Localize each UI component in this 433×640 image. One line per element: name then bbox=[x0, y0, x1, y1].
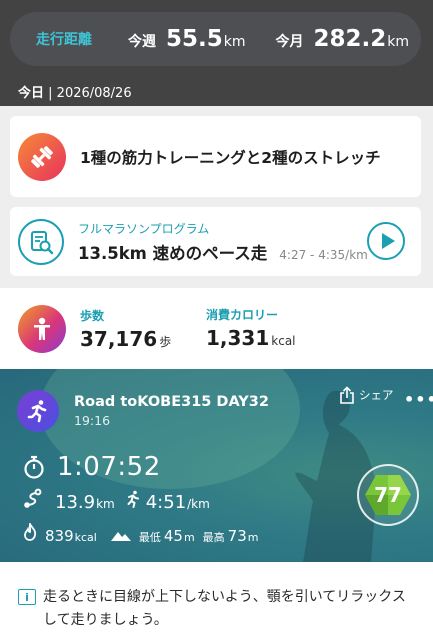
calories-stat: 消費カロリー 1,331 kcal bbox=[206, 306, 296, 350]
week-unit: km bbox=[223, 34, 246, 50]
share-button[interactable]: シェア bbox=[339, 386, 394, 404]
program-subtitle: フルマラソンプログラム bbox=[78, 221, 210, 236]
month-label: 今月 bbox=[275, 34, 304, 50]
program-text: フルマラソンプログラム 13.5km 速めのペース走 4:27 - 4:35/k… bbox=[78, 220, 368, 264]
score-value: 77 bbox=[374, 483, 402, 507]
distance-unit: km bbox=[96, 497, 115, 511]
distance-value: 13.9 bbox=[55, 492, 96, 513]
elevation-min-value: 45 bbox=[163, 527, 183, 545]
calories-unit: kcal bbox=[271, 334, 296, 348]
elevation-max-unit: m bbox=[247, 531, 259, 544]
share-label: シェア bbox=[359, 388, 394, 402]
stopwatch-icon bbox=[24, 455, 44, 479]
elevation-group: 最低 45 m 最高 73 m bbox=[110, 527, 259, 545]
body-icon bbox=[18, 304, 66, 353]
runner-pace-icon bbox=[127, 490, 139, 508]
calories-label: 消費カロリー bbox=[206, 308, 279, 322]
activity-title[interactable]: Road toKOBE315 DAY32 bbox=[74, 394, 269, 410]
distance-summary-bar[interactable]: 走行距離 今週 55.5 km 今月 282.2 km bbox=[10, 12, 421, 66]
activity-calories-value: 839 bbox=[45, 527, 74, 545]
steps-label: 歩数 bbox=[80, 308, 105, 323]
steps-unit: 歩 bbox=[159, 334, 172, 349]
more-options-button[interactable]: ••• bbox=[404, 390, 433, 409]
activity-time: 19:16 bbox=[74, 413, 111, 428]
duration-value: 1:07:52 bbox=[57, 452, 161, 482]
steps-value: 37,176 bbox=[80, 326, 158, 351]
week-label: 今週 bbox=[127, 34, 156, 50]
steps-stat: 歩数 37,176 歩 bbox=[80, 307, 171, 351]
share-icon bbox=[340, 386, 354, 404]
activity-card[interactable]: Road toKOBE315 DAY32 19:16 シェア ••• 1:07:… bbox=[0, 369, 433, 562]
month-unit: km bbox=[387, 34, 409, 50]
play-button[interactable] bbox=[367, 222, 405, 260]
header-band: 走行距離 今週 55.5 km 今月 282.2 km 今日 | 2026/08… bbox=[0, 0, 433, 106]
today-separator: | bbox=[44, 86, 57, 101]
month-value: 282.2 bbox=[313, 26, 387, 52]
distance-pace-row: 13.9 km 4:51 /km bbox=[23, 488, 210, 513]
elevation-max-label: 最高 bbox=[202, 531, 225, 544]
pace-unit: /km bbox=[187, 497, 210, 511]
distance-label: 走行距離 bbox=[36, 32, 92, 48]
info-icon: i bbox=[18, 589, 36, 605]
program-title: 13.5km 速めのペース走 bbox=[78, 243, 268, 263]
route-icon bbox=[24, 488, 42, 508]
flame-icon bbox=[24, 523, 37, 541]
tip-text: 走るときに目線が上下しないよう、顎を引いてリラックスして走りましょう。 bbox=[43, 589, 406, 628]
dumbbell-icon bbox=[18, 132, 66, 181]
week-value: 55.5 bbox=[165, 26, 223, 52]
duration-row: 1:07:52 bbox=[23, 452, 161, 482]
program-search-icon bbox=[18, 218, 64, 265]
month-distance: 今月 282.2 km bbox=[275, 26, 409, 52]
score-hexagon: 77 bbox=[364, 473, 412, 517]
pace-group: 4:51 /km bbox=[125, 490, 210, 513]
program-main-line: 13.5km 速めのペース走 4:27 - 4:35/km bbox=[78, 240, 368, 264]
calories-elevation-row: 839 kcal 最低 45 m 最高 73 m bbox=[23, 523, 258, 545]
pace-value: 4:51 bbox=[145, 492, 187, 513]
elevation-max-value: 73 bbox=[227, 527, 247, 545]
today-date-header: 今日 | 2026/08/26 bbox=[18, 82, 132, 101]
tip-section: i 走るときに目線が上下しないよう、顎を引いてリラックスして走りましょう。 bbox=[0, 562, 433, 640]
calories-value: 1,331 bbox=[206, 326, 270, 350]
workout-card[interactable]: 1種の筋力トレーニングと2種のストレッチ bbox=[10, 116, 421, 197]
running-icon bbox=[17, 390, 59, 432]
activity-calories-unit: kcal bbox=[74, 531, 97, 544]
elevation-min-label: 最低 bbox=[138, 531, 161, 544]
program-pace: 4:27 - 4:35/km bbox=[279, 247, 368, 262]
today-label: 今日 bbox=[18, 86, 45, 101]
elevation-min-unit: m bbox=[183, 531, 195, 544]
program-card[interactable]: フルマラソンプログラム 13.5km 速めのペース走 4:27 - 4:35/k… bbox=[10, 207, 421, 276]
steps-value-line: 37,176 歩 bbox=[80, 327, 171, 351]
mountain-icon bbox=[110, 532, 131, 541]
calories-value-line: 1,331 kcal bbox=[206, 326, 296, 350]
steps-calories-card[interactable]: 歩数 37,176 歩 消費カロリー 1,331 kcal bbox=[0, 288, 433, 369]
workout-text: 1種の筋力トレーニングと2種のストレッチ bbox=[80, 148, 381, 167]
week-distance: 今週 55.5 km bbox=[128, 26, 246, 52]
today-date: 2026/08/26 bbox=[56, 86, 132, 101]
score-badge[interactable]: 77 bbox=[357, 464, 419, 526]
